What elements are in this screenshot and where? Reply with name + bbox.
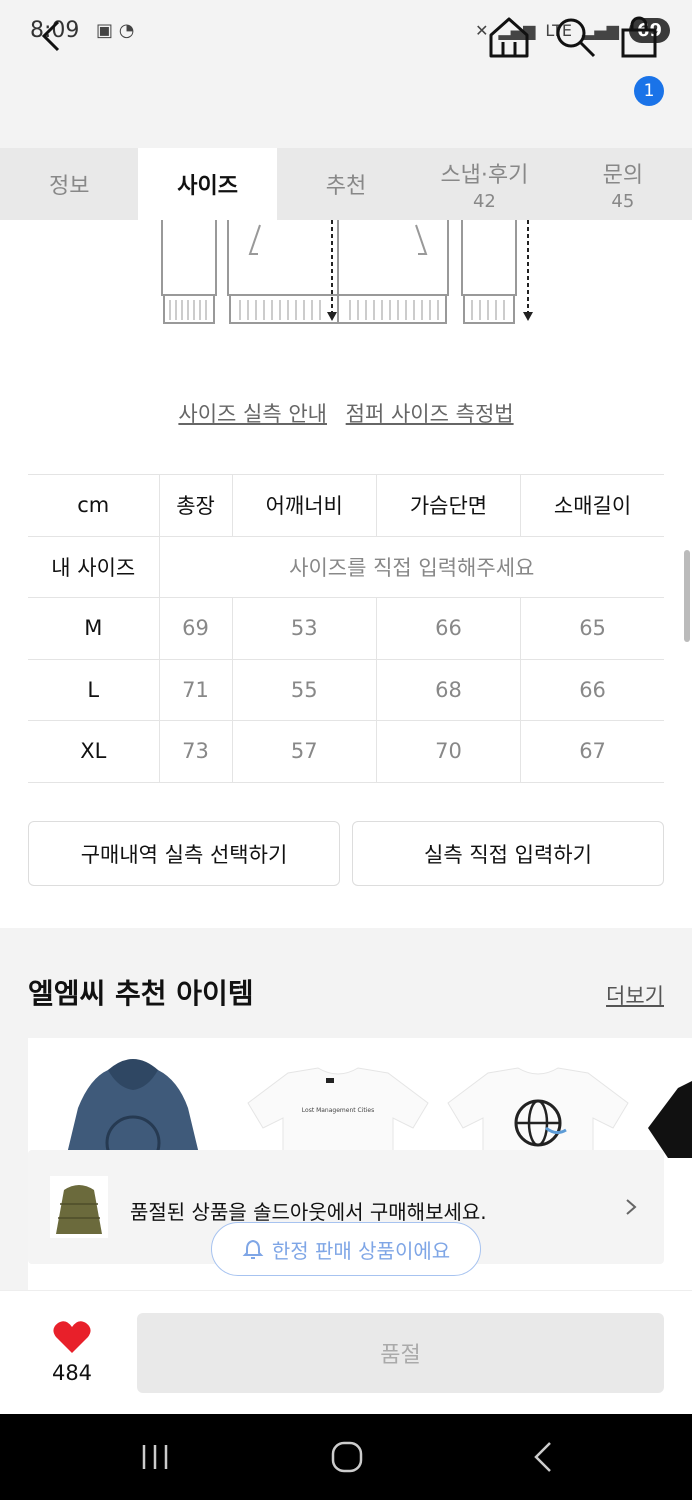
more-link[interactable]: 더보기: [606, 980, 664, 1010]
bottom-action-bar: 484 품절: [0, 1290, 692, 1414]
my-size-input[interactable]: 사이즈를 직접 입력해주세요: [158, 535, 664, 598]
tab-info[interactable]: 정보: [0, 148, 138, 220]
tshirt-print-text: Lost Management Cities: [302, 1107, 374, 1114]
direct-input-button[interactable]: 실측 직접 입력하기: [352, 821, 664, 886]
like-count: 484: [51, 1361, 93, 1385]
chevron-right-icon: [626, 1199, 637, 1215]
my-size-row: 내 사이즈 사이즈를 직접 입력해주세요: [28, 535, 664, 598]
back-nav-icon[interactable]: [528, 1440, 558, 1474]
table-row: L 71 55 68 66: [28, 658, 664, 721]
measure-buttons: 구매내역 실측 선택하기 실측 직접 입력하기: [28, 821, 664, 886]
table-cell: 66: [520, 658, 664, 721]
product-thumbnail-globe-tshirt[interactable]: [438, 1048, 638, 1158]
header-cell: 총장: [158, 474, 233, 537]
table-row: M 69 53 66 65: [28, 597, 664, 660]
soldout-button: 품절: [137, 1313, 664, 1393]
product-thumbnail-hoodie[interactable]: [38, 1048, 238, 1158]
tab-recommend[interactable]: 추천: [277, 148, 415, 220]
recommend-title: 엘엠씨 추천 아이템: [28, 977, 254, 1010]
heart-icon[interactable]: [52, 1319, 92, 1355]
app-bar: [0, 66, 692, 148]
status-notification-icons: ▣ ◔: [96, 20, 135, 41]
header-cell: 소매길이: [520, 474, 664, 537]
table-cell: 66: [375, 597, 521, 660]
scrollbar-thumb[interactable]: [684, 550, 690, 642]
tab-snap-review[interactable]: 스냅·후기 42: [415, 148, 553, 220]
tab-label: 정보: [48, 174, 90, 199]
tab-size[interactable]: 사이즈: [138, 148, 277, 220]
table-cell: 68: [375, 658, 521, 721]
tab-bar: 정보 사이즈 추천 스냅·후기 42 문의 45: [0, 148, 692, 220]
tab-label: 문의: [602, 162, 644, 188]
product-thumbnail-white-tshirt[interactable]: Lost Management Cities: [238, 1048, 438, 1158]
limited-sale-label: 한정 판매 상품이에요: [271, 1238, 451, 1263]
jacket-measure-diagram: [161, 220, 533, 324]
cart-icon[interactable]: [616, 14, 662, 60]
recent-apps-icon[interactable]: [140, 1442, 170, 1472]
table-header-row: cm 총장 어깨너비 가슴단면 소매길이: [28, 474, 664, 537]
tab-label: 스냅·후기: [440, 162, 529, 188]
header-cell: cm: [28, 474, 159, 537]
select-purchase-history-button[interactable]: 구매내역 실측 선택하기: [28, 821, 340, 886]
header-cell: 어깨너비: [231, 474, 377, 537]
home-nav-icon[interactable]: [330, 1440, 364, 1474]
table-cell: 65: [520, 597, 664, 660]
size-guide-links: 사이즈 실측 안내 점퍼 사이즈 측정법: [0, 398, 692, 428]
table-cell: 71: [158, 658, 233, 721]
measure-method-link[interactable]: 점퍼 사이즈 측정법: [346, 402, 514, 426]
soldout-message: 품절된 상품을 솔드아웃에서 구매해보세요.: [130, 1200, 487, 1224]
size-table: cm 총장 어깨너비 가슴단면 소매길이 내 사이즈 사이즈를 직접 입력해주세…: [28, 474, 664, 783]
product-thumbnail-black-tshirt[interactable]: [638, 1048, 692, 1158]
system-nav-bar: [0, 1414, 692, 1500]
tab-count: 42: [472, 190, 496, 212]
table-cell: 55: [231, 658, 377, 721]
search-icon[interactable]: [552, 14, 598, 60]
tab-label: 사이즈: [177, 174, 238, 199]
tab-count: 45: [611, 190, 635, 212]
header-cell: 가슴단면: [375, 474, 521, 537]
table-cell: 70: [375, 720, 521, 783]
puffer-jacket-thumbnail: [50, 1176, 108, 1238]
table-cell: 53: [231, 597, 377, 660]
size-label: XL: [28, 720, 159, 783]
tab-label: 추천: [325, 174, 367, 199]
size-label: L: [28, 658, 159, 721]
table-cell: 69: [158, 597, 233, 660]
back-arrow-icon[interactable]: [30, 14, 74, 58]
cart-badge: 1: [634, 76, 664, 106]
tab-inquiry[interactable]: 문의 45: [554, 148, 692, 220]
table-cell: 73: [158, 720, 233, 783]
size-guide-link[interactable]: 사이즈 실측 안내: [178, 402, 327, 426]
size-label: M: [28, 597, 159, 660]
bell-icon: [242, 1239, 264, 1259]
table-cell: 57: [231, 720, 377, 783]
table-cell: 67: [520, 720, 664, 783]
limited-sale-pill: 한정 판매 상품이에요: [211, 1222, 481, 1276]
table-row: XL 73 57 70 67: [28, 720, 664, 783]
home-icon[interactable]: [486, 14, 532, 60]
my-size-label: 내 사이즈: [28, 535, 159, 598]
